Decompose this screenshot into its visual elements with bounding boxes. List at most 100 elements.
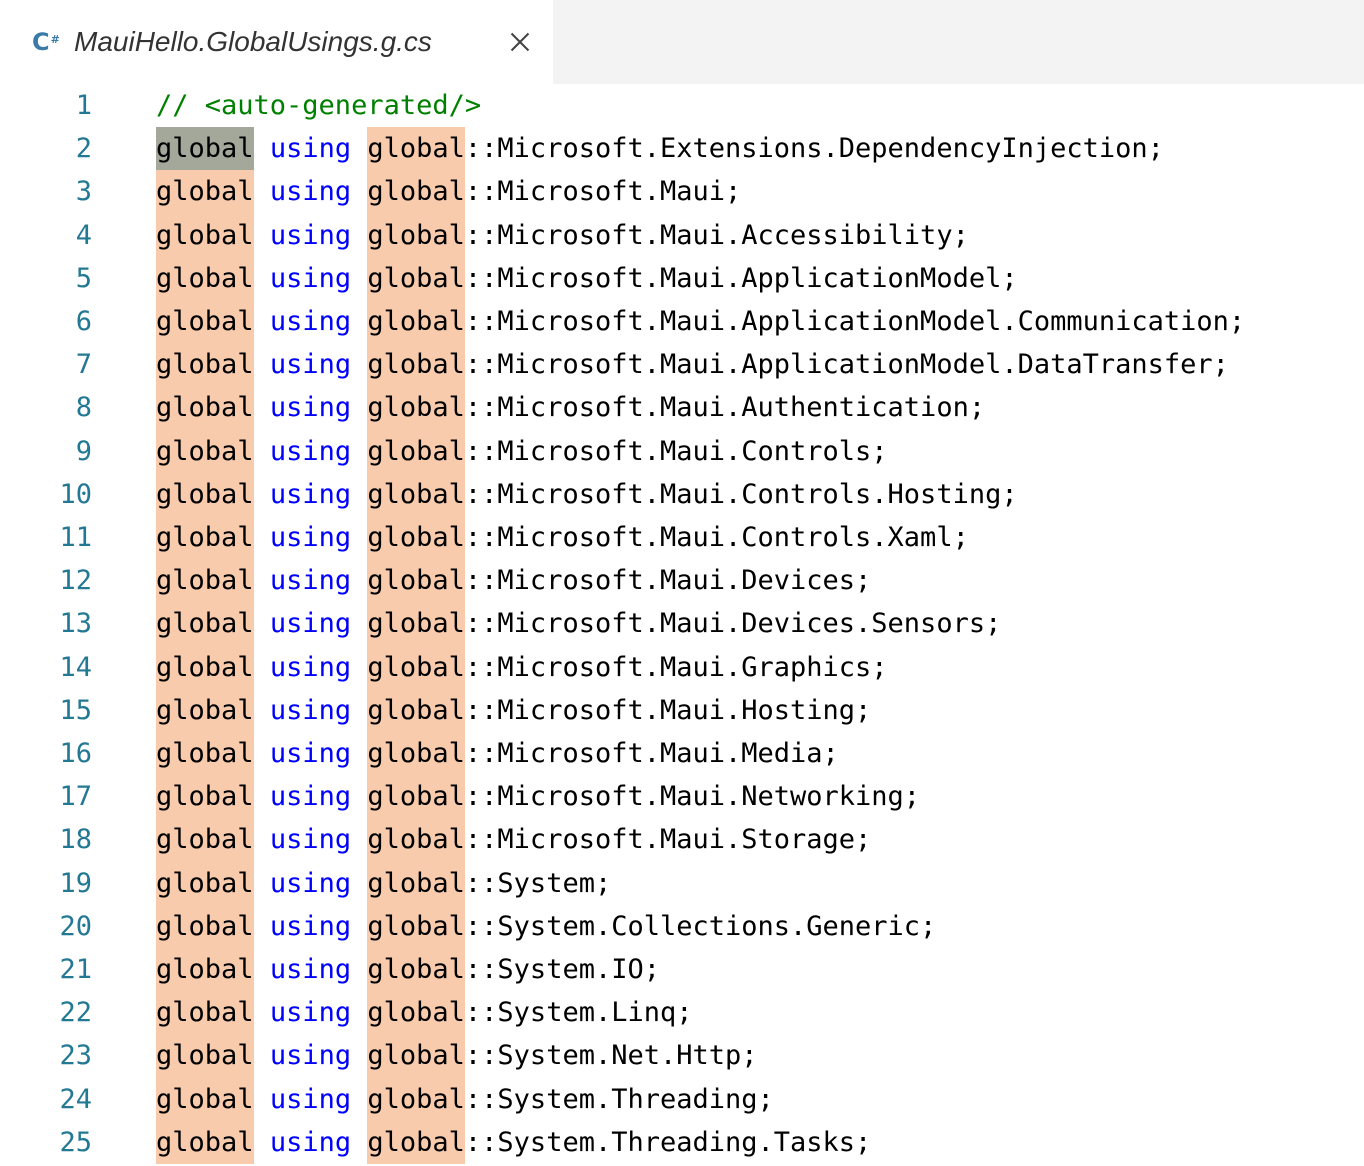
- code-line[interactable]: 21 global using global::System.IO;: [0, 948, 1364, 992]
- code-line[interactable]: 17 global using global::Microsoft.Maui.Ne…: [0, 775, 1364, 819]
- namespace-token: Microsoft.Maui.ApplicationModel.Communic…: [497, 306, 1246, 337]
- line-number: 12: [59, 565, 92, 597]
- namespace-token: Microsoft.Maui.Controls.Xaml;: [497, 522, 969, 553]
- line-number: 18: [59, 824, 92, 856]
- editor-tab-active[interactable]: C# MauiHello.GlobalUsings.g.cs: [0, 0, 553, 84]
- keyword-global-token: global: [367, 300, 465, 344]
- code-line[interactable]: 11 global using global::Microsoft.Maui.Co…: [0, 516, 1364, 560]
- keyword-global-token: global: [367, 645, 465, 689]
- code-line[interactable]: 5 global using global::Microsoft.Maui.App…: [0, 256, 1364, 300]
- namespace-token: Microsoft.Maui.Authentication;: [497, 392, 986, 424]
- code-line[interactable]: 20 global using global::System.Collection…: [0, 904, 1364, 948]
- keyword-global-token: global: [367, 818, 465, 862]
- code-line[interactable]: 19 global using global::System;: [0, 861, 1364, 905]
- scope-separator: ::: [464, 522, 498, 553]
- code-line[interactable]: 24 global using global::System.Threading;: [0, 1077, 1364, 1121]
- scope-separator: ::: [464, 478, 498, 510]
- keyword-using-token: using: [269, 219, 352, 251]
- keyword-global-token: global: [156, 861, 254, 905]
- keyword-global-token: global: [156, 688, 254, 732]
- keyword-global-token: global: [367, 127, 465, 171]
- keyword-global-token: global: [367, 1034, 465, 1078]
- scope-separator: ::: [464, 910, 498, 942]
- code-text: global using global::Microsoft.Maui.Host…: [156, 688, 872, 732]
- namespace-token: Microsoft.Maui.Hosting;: [497, 694, 872, 726]
- line-number: 15: [59, 694, 92, 726]
- keyword-global-token: global: [156, 904, 254, 948]
- code-line[interactable]: 13 global using global::Microsoft.Maui.De…: [0, 602, 1364, 646]
- code-line[interactable]: 23 global using global::System.Net.Http;: [0, 1034, 1364, 1078]
- code-line[interactable]: 14 global using global::Microsoft.Maui.Gr…: [0, 645, 1364, 689]
- keyword-global-token: global: [367, 861, 465, 905]
- scope-separator: ::: [464, 262, 498, 294]
- code-text: global using global::Microsoft.Maui.Cont…: [156, 472, 1018, 516]
- code-line[interactable]: 22 global using global::System.Linq;: [0, 991, 1364, 1035]
- scope-separator: ::: [464, 738, 498, 769]
- keyword-global-token: global: [367, 1077, 465, 1121]
- line-number: 13: [59, 608, 92, 640]
- code-text: global using global::Microsoft.Maui.Cont…: [156, 516, 969, 560]
- code-line[interactable]: 3 global using global::Microsoft.Maui;: [0, 170, 1364, 214]
- keyword-global-token: global: [367, 775, 465, 819]
- scope-separator: ::: [464, 997, 498, 1029]
- line-number: 25: [59, 1126, 92, 1158]
- keyword-global-token: global: [156, 775, 254, 819]
- code-editor[interactable]: 1 // <auto-generated/> 2 global using globa…: [0, 84, 1364, 1166]
- keyword-using-token: using: [269, 954, 352, 985]
- keyword-using-token: using: [269, 392, 352, 424]
- keyword-global-token: global: [156, 256, 254, 300]
- keyword-global-token: global: [156, 948, 254, 992]
- code-text: global using global::Microsoft.Maui.Auth…: [156, 386, 986, 430]
- scope-separator: ::: [464, 392, 498, 424]
- line-number: 21: [59, 954, 92, 985]
- namespace-token: System.Linq;: [497, 997, 693, 1029]
- namespace-token: Microsoft.Maui.Graphics;: [497, 651, 888, 683]
- line-number: 3: [75, 176, 92, 208]
- keyword-using-token: using: [269, 824, 352, 856]
- scope-separator: ::: [464, 133, 498, 165]
- keyword-global-token: global: [156, 1034, 254, 1078]
- code-line[interactable]: 2 global using global::Microsoft.Extensio…: [0, 127, 1364, 171]
- namespace-token: Microsoft.Maui.ApplicationModel.DataTran…: [497, 349, 1229, 381]
- namespace-token: Microsoft.Maui;: [497, 176, 742, 208]
- code-line[interactable]: 6 global using global::Microsoft.Maui.App…: [0, 300, 1364, 344]
- keyword-global-token: global: [156, 602, 254, 646]
- namespace-token: System.Collections.Generic;: [497, 910, 937, 942]
- scope-separator: ::: [464, 954, 498, 985]
- keyword-using-token: using: [269, 133, 352, 165]
- keyword-global-token: global: [367, 256, 465, 300]
- scope-separator: ::: [464, 867, 498, 899]
- code-line[interactable]: 12 global using global::Microsoft.Maui.De…: [0, 559, 1364, 603]
- keyword-global-token: global: [156, 300, 254, 344]
- code-line[interactable]: 9 global using global::Microsoft.Maui.Con…: [0, 429, 1364, 473]
- code-text: global using global::System.Linq;: [156, 991, 693, 1035]
- close-icon[interactable]: [506, 28, 534, 56]
- keyword-global-token: global: [367, 516, 465, 560]
- line-number: 16: [59, 738, 92, 769]
- namespace-token: Microsoft.Maui.Devices;: [497, 565, 872, 597]
- code-line[interactable]: 18 global using global::Microsoft.Maui.St…: [0, 818, 1364, 862]
- line-number: 10: [59, 478, 92, 510]
- code-text: global using global::Microsoft.Maui.Medi…: [156, 732, 839, 776]
- keyword-global-token: global: [156, 127, 254, 171]
- namespace-token: System.Threading.Tasks;: [497, 1126, 872, 1158]
- keyword-global-token: global: [367, 1120, 465, 1164]
- keyword-global-token: global: [156, 386, 254, 430]
- code-line[interactable]: 10 global using global::Microsoft.Maui.Co…: [0, 472, 1364, 516]
- keyword-global-token: global: [156, 213, 254, 257]
- code-text: global using global::System.IO;: [156, 948, 660, 992]
- line-number: 17: [59, 781, 92, 813]
- keyword-using-token: using: [269, 435, 352, 467]
- code-text: global using global::System.Threading.Ta…: [156, 1120, 872, 1164]
- keyword-global-token: global: [367, 429, 465, 473]
- code-line[interactable]: 4 global using global::Microsoft.Maui.Acc…: [0, 213, 1364, 257]
- code-line[interactable]: 25 global using global::System.Threading.…: [0, 1120, 1364, 1164]
- keyword-using-token: using: [269, 694, 352, 726]
- keyword-using-token: using: [269, 1040, 352, 1072]
- code-line[interactable]: 7 global using global::Microsoft.Maui.App…: [0, 343, 1364, 387]
- code-line[interactable]: 8 global using global::Microsoft.Maui.Aut…: [0, 386, 1364, 430]
- code-line[interactable]: 16 global using global::Microsoft.Maui.Me…: [0, 732, 1364, 776]
- keyword-using-token: using: [269, 997, 352, 1029]
- code-line[interactable]: 1 // <auto-generated/>: [0, 84, 1364, 127]
- code-line[interactable]: 15 global using global::Microsoft.Maui.Ho…: [0, 688, 1364, 732]
